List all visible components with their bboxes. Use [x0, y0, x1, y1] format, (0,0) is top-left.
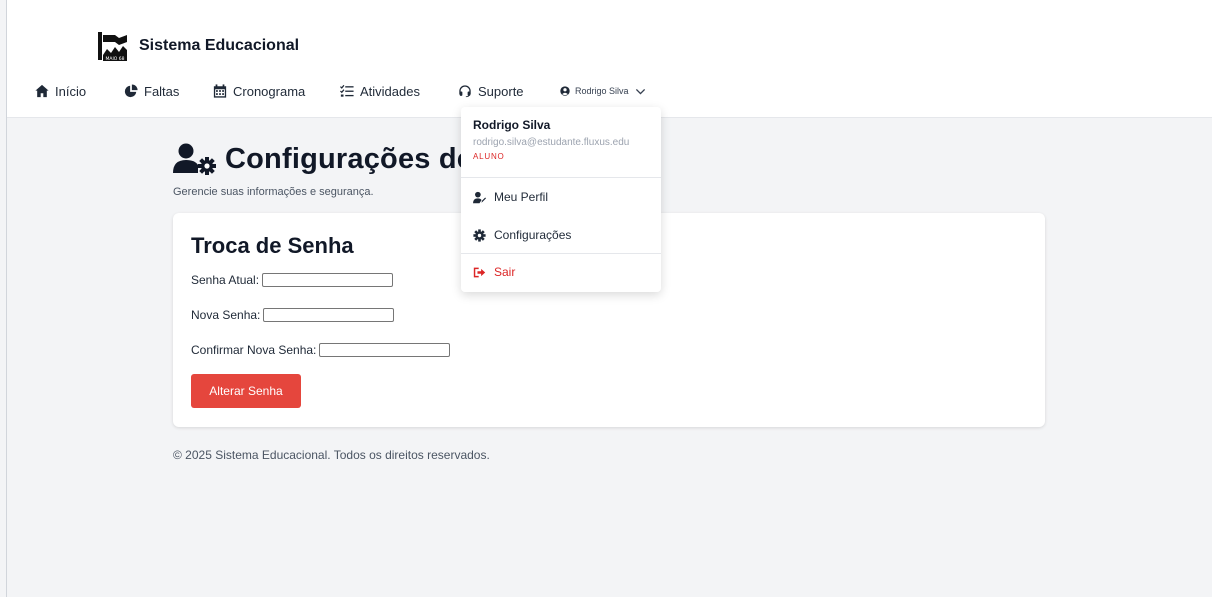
menu-item-label: Configurações	[494, 228, 572, 242]
headset-icon	[459, 85, 471, 98]
nav-label: Faltas	[144, 83, 180, 99]
page-subtitle: Gerencie suas informações e segurança.	[173, 186, 374, 198]
dropdown-user-name: Rodrigo Silva	[473, 118, 551, 132]
nav-item-cronograma[interactable]: Cronograma	[213, 80, 305, 102]
dropdown-user-email: rodrigo.silva@estudante.fluxus.edu	[473, 137, 630, 148]
menu-item-configuracoes[interactable]: Configurações	[473, 226, 571, 244]
user-menu-toggle[interactable]: Rodrigo Silva	[560, 80, 646, 102]
new-password-row: Nova Senha:	[191, 307, 395, 323]
list-check-icon	[340, 84, 354, 97]
confirm-password-input[interactable]	[319, 343, 451, 357]
nav-item-atividades[interactable]: Atividades	[340, 80, 420, 102]
brand[interactable]: MAIO 68 Sistema Educacional	[97, 29, 299, 63]
nav-item-inicio[interactable]: Início	[35, 80, 86, 102]
sign-out-icon	[473, 267, 486, 277]
nav-label: Atividades	[360, 83, 420, 99]
user-cog-icon	[173, 143, 216, 175]
nav-item-suporte[interactable]: Suporte	[458, 80, 524, 102]
current-password-input[interactable]	[262, 273, 394, 287]
new-password-input[interactable]	[263, 308, 395, 322]
calendar-icon	[213, 84, 227, 98]
main-nav: Início Faltas Cronograma Atividades Supo…	[7, 80, 1212, 102]
current-password-row: Senha Atual:	[191, 272, 394, 288]
user-menu-label: Rodrigo Silva	[575, 86, 629, 96]
nav-label: Suporte	[478, 83, 524, 99]
brand-name: Sistema Educacional	[139, 37, 300, 54]
menu-item-label: Meu Perfil	[494, 190, 549, 204]
nav-item-faltas[interactable]: Faltas	[124, 80, 179, 102]
menu-item-meu-perfil[interactable]: Meu Perfil	[473, 188, 548, 206]
nav-label: Cronograma	[233, 83, 306, 99]
dropdown-divider	[461, 253, 661, 254]
gear-icon	[473, 228, 486, 242]
user-edit-icon	[473, 191, 486, 203]
current-password-label: Senha Atual:	[191, 273, 260, 287]
confirm-password-label: Confirmar Nova Senha:	[191, 343, 317, 357]
footer-text: © 2025 Sistema Educacional. Todos os dir…	[173, 448, 490, 462]
top-header: MAIO 68 Sistema Educacional Início Falta…	[7, 0, 1212, 118]
pie-chart-icon	[124, 84, 138, 98]
dropdown-user-role: ALUNO	[473, 152, 505, 161]
menu-item-sair[interactable]: Sair	[473, 263, 515, 281]
user-dropdown-menu: Rodrigo Silva rodrigo.silva@estudante.fl…	[461, 107, 661, 292]
user-circle-icon	[560, 86, 570, 96]
dropdown-divider	[461, 177, 661, 178]
logo-text: MAIO 68	[106, 56, 125, 62]
change-password-button[interactable]: Alterar Senha	[191, 374, 301, 408]
menu-item-label: Sair	[494, 265, 516, 279]
nav-label: Início	[55, 83, 87, 99]
card-title: Troca de Senha	[191, 233, 354, 258]
chevron-down-icon	[635, 88, 645, 95]
new-password-label: Nova Senha:	[191, 308, 261, 322]
brand-logo-icon: MAIO 68	[97, 30, 129, 62]
confirm-password-row: Confirmar Nova Senha:	[191, 342, 451, 358]
home-icon	[35, 84, 49, 98]
